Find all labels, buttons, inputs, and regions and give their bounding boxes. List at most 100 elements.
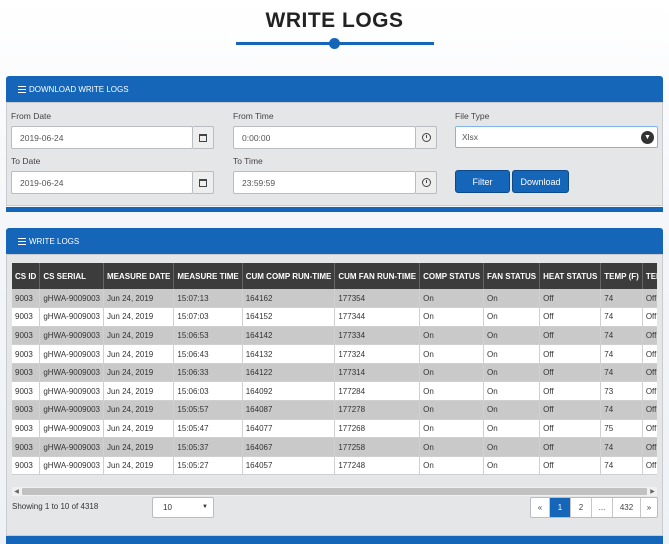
filter-button[interactable]: Filter <box>455 170 510 193</box>
page-button[interactable]: « <box>531 498 549 517</box>
table-cell: Off <box>539 456 602 476</box>
table-body: 9003 gHWA-9009003 Jun 24, 2019 15:07:13 1641… <box>12 289 657 476</box>
column-header[interactable]: TEMP (F) <box>600 263 643 289</box>
table-cell: 164087 <box>242 400 336 420</box>
table-cell: 75 <box>600 419 643 439</box>
from-time-input[interactable]: 0:00:00 <box>233 126 416 149</box>
column-header[interactable]: MEASURE DATE <box>103 263 175 289</box>
table-cell: 9003 <box>12 307 41 327</box>
scrollbar-thumb[interactable] <box>22 488 647 495</box>
table-cell: 164067 <box>242 437 336 457</box>
table-cell: 9003 <box>12 400 41 420</box>
table-cell: gHWA-9009003 <box>39 400 104 420</box>
page-button[interactable]: ... <box>591 498 612 517</box>
table-cell: 177268 <box>334 419 421 439</box>
table-cell: Off <box>539 381 602 402</box>
clock-icon[interactable] <box>416 171 437 194</box>
table-cell: Off <box>539 419 602 439</box>
download-button[interactable]: Download <box>512 170 569 193</box>
table-cell: On <box>483 363 541 383</box>
file-type-select[interactable]: Xlsx ▼ <box>455 126 658 148</box>
column-header[interactable]: CUM FAN RUN-TIME <box>334 263 421 289</box>
table-row: 9003 gHWA-9009003 Jun 24, 2019 15:05:47 1640… <box>12 419 657 439</box>
table-cell: 9003 <box>12 363 41 383</box>
column-header[interactable]: CS SERIAL <box>39 263 104 289</box>
table-cell: 164092 <box>242 381 336 402</box>
to-date-input[interactable]: 2019-06-24 <box>11 171 193 194</box>
logs-table-container: CS ID CS SERIAL MEASURE DATE MEASURE TIME CU… <box>12 263 657 481</box>
table-cell: 15:06:53 <box>173 326 243 346</box>
table-cell: 15:06:33 <box>173 363 243 383</box>
table-header-row: CS ID CS SERIAL MEASURE DATE MEASURE TIME CU… <box>12 263 657 289</box>
page-title: WRITE LOGS <box>265 9 404 32</box>
table-cell: 9003 <box>12 344 41 364</box>
table-cell: gHWA-9009003 <box>39 363 104 383</box>
column-header[interactable]: HEAT STATUS <box>539 263 602 289</box>
caret-down-icon: ▼ <box>202 504 208 510</box>
table-cell: 74 <box>600 400 643 420</box>
from-date-input[interactable]: 2019-06-24 <box>11 126 193 149</box>
column-header[interactable]: CS ID <box>12 263 41 289</box>
table-cell: Off <box>642 363 657 383</box>
table-cell: 74 <box>600 344 643 364</box>
calendar-icon[interactable] <box>193 126 214 149</box>
column-header[interactable]: FAN STATUS <box>483 263 541 289</box>
table-cell: On <box>419 363 485 383</box>
table-cell: Jun 24, 2019 <box>103 456 175 476</box>
table-cell: gHWA-9009003 <box>39 437 104 457</box>
column-header[interactable]: COMP STATUS <box>419 263 485 289</box>
table-cell: On <box>483 326 541 346</box>
table-cell: Jun 24, 2019 <box>103 363 175 383</box>
table-cell: Off <box>539 344 602 364</box>
clock-icon[interactable] <box>416 126 437 149</box>
page-button[interactable]: 2 <box>570 498 591 517</box>
table-cell: Jun 24, 2019 <box>103 344 175 364</box>
table-cell: Jun 24, 2019 <box>103 326 175 346</box>
table-cell: gHWA-9009003 <box>39 344 104 364</box>
file-type-label: File Type <box>455 111 490 121</box>
to-time-input[interactable]: 23:59:59 <box>233 171 416 194</box>
table-cell: 177258 <box>334 437 421 457</box>
table-cell: 15:05:47 <box>173 419 243 439</box>
table-cell: Off <box>642 400 657 420</box>
column-header[interactable]: MEASURE TIME <box>173 263 243 289</box>
calendar-icon[interactable] <box>193 171 214 194</box>
table-cell: Off <box>642 289 657 309</box>
page-button[interactable]: 432 <box>612 498 640 517</box>
table-cell: 177324 <box>334 344 421 364</box>
table-cell: On <box>483 344 541 364</box>
table-cell: On <box>483 437 541 457</box>
page-button[interactable]: 1 <box>549 498 570 517</box>
table-row: 9003 gHWA-9009003 Jun 24, 2019 15:05:37 1640… <box>12 437 657 457</box>
table-cell: 15:05:37 <box>173 437 243 457</box>
table-cell: Off <box>642 344 657 364</box>
table-cell: On <box>483 400 541 420</box>
table-row: 9003 gHWA-9009003 Jun 24, 2019 15:07:03 1641… <box>12 307 657 327</box>
table-cell: 177344 <box>334 307 421 327</box>
table-cell: 74 <box>600 363 643 383</box>
table-cell: 15:05:27 <box>173 456 243 476</box>
logs-panel-footer <box>6 536 663 544</box>
table-cell: 177248 <box>334 456 421 476</box>
table-cell: On <box>419 344 485 364</box>
scroll-right-icon[interactable]: ▶ <box>648 487 657 496</box>
column-header[interactable]: TEMP ALERT <box>642 263 657 289</box>
page-button[interactable]: » <box>640 498 657 517</box>
download-panel-footer <box>6 207 663 212</box>
table-cell: 9003 <box>12 326 41 346</box>
page-length-select[interactable]: 10 ▼ <box>152 497 214 518</box>
table-row: 9003 gHWA-9009003 Jun 24, 2019 15:06:33 1641… <box>12 363 657 383</box>
column-header[interactable]: CUM COMP RUN-TIME <box>242 263 336 289</box>
table-cell: 74 <box>600 456 643 476</box>
table-cell: Off <box>539 363 602 383</box>
chevron-down-icon: ▼ <box>641 131 654 144</box>
table-row: 9003 gHWA-9009003 Jun 24, 2019 15:05:57 1640… <box>12 400 657 420</box>
scroll-left-icon[interactable]: ◀ <box>12 487 21 496</box>
table-cell: 74 <box>600 326 643 346</box>
table-cell: Off <box>539 437 602 457</box>
horizontal-scrollbar[interactable]: ◀ ▶ <box>12 487 657 496</box>
table-info: Showing 1 to 10 of 4318 <box>12 502 99 511</box>
table-cell: On <box>419 437 485 457</box>
table-cell: 73 <box>600 381 643 402</box>
table-cell: Off <box>642 326 657 346</box>
